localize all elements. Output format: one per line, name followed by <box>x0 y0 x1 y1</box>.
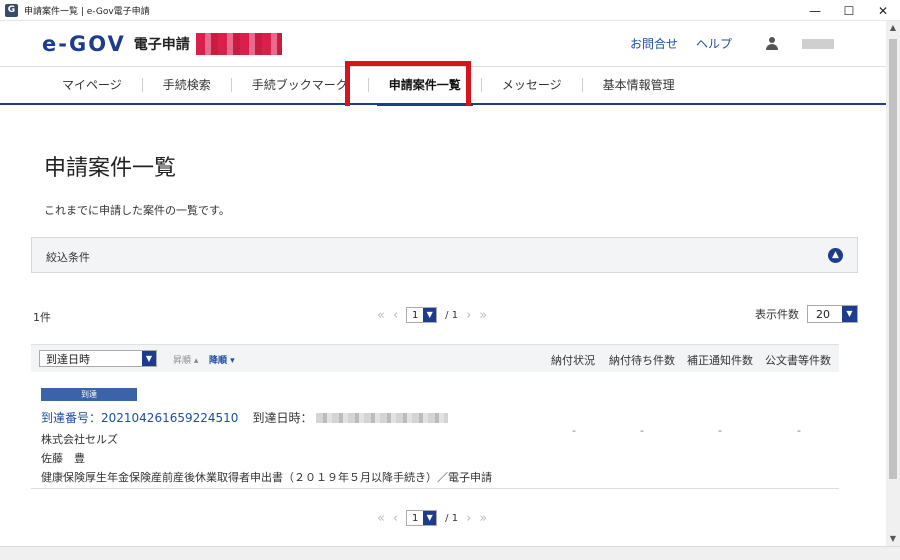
official-documents-cell: - <box>797 424 801 437</box>
page-select-value: 1 <box>411 309 419 321</box>
last-page-icon[interactable]: » <box>479 511 487 526</box>
chevron-down-icon: ▼ <box>142 351 156 366</box>
pager-bottom: « ‹ 1 ▼ / 1 › » <box>377 510 487 526</box>
logo-mark: e-GOV <box>42 32 126 56</box>
window-bottom-edge <box>0 546 900 560</box>
per-page-label: 表示件数 <box>755 308 799 321</box>
chevron-up-icon[interactable]: ▲ <box>828 248 843 263</box>
redacted-arrival-date <box>316 412 449 423</box>
main-content: 申請案件一覧 これまでに申請した案件の一覧です。 絞込条件 ▲ 1件 « ‹ 1… <box>0 106 886 546</box>
window-title: 申請案件一覧 | e-Gov電子申請 <box>24 6 150 17</box>
page-select-value: 1 <box>411 512 419 524</box>
redacted-logo-text <box>195 33 282 55</box>
scroll-up-icon[interactable]: ▲ <box>886 21 900 35</box>
correction-notices-cell: - <box>718 424 722 437</box>
page-description: これまでに申請した案件の一覧です。 <box>44 204 230 217</box>
sort-ascending-link[interactable]: 昇順 ▴ <box>173 353 198 366</box>
egov-logo[interactable]: e-GOV 電子申請 <box>42 32 282 56</box>
scrollbar-thumb[interactable] <box>889 39 897 479</box>
page-select[interactable]: 1 ▼ <box>406 510 438 526</box>
chevron-down-icon: ▼ <box>423 308 437 322</box>
minimize-button[interactable]: — <box>798 0 832 21</box>
nav-procedure-search[interactable]: 手続検索 <box>141 78 231 92</box>
status-badge: 到達 <box>41 388 137 401</box>
column-payment-pending: 納付待ち件数 <box>609 354 675 367</box>
table-header: 到達日時 ▼ 昇順 ▴ 降順 ▾ 納付状況 納付待ち件数 補正通知件数 公文書等… <box>31 344 839 372</box>
last-page-icon[interactable]: » <box>479 308 487 323</box>
app-icon: G <box>5 3 18 17</box>
page-select[interactable]: 1 ▼ <box>406 307 438 323</box>
contact-link[interactable]: お問合せ <box>630 35 678 52</box>
vertical-scrollbar[interactable]: ▲ ▼ <box>886 21 900 546</box>
user-icon[interactable] <box>764 36 780 52</box>
next-page-icon[interactable]: › <box>466 308 471 323</box>
maximize-button[interactable]: ☐ <box>832 0 866 21</box>
prev-page-icon[interactable]: ‹ <box>393 511 398 526</box>
prev-page-icon[interactable]: ‹ <box>393 308 398 323</box>
per-page-control: 表示件数 20 ▼ <box>755 305 858 323</box>
sort-descending-link[interactable]: 降順 ▾ <box>209 353 235 366</box>
nav-basic-info[interactable]: 基本情報管理 <box>581 78 695 92</box>
page-title: 申請案件一覧 <box>44 156 177 181</box>
column-correction-notices: 補正通知件数 <box>687 354 753 367</box>
result-count: 1件 <box>33 311 51 324</box>
chevron-down-icon: ▼ <box>423 511 437 525</box>
applicant-name: 佐藤 豊 <box>41 452 85 465</box>
close-button[interactable]: ✕ <box>866 0 900 21</box>
company-name: 株式会社セルズ <box>41 433 118 446</box>
window-controls: — ☐ ✕ <box>798 0 900 21</box>
filter-panel[interactable]: 絞込条件 ▲ <box>31 237 858 273</box>
next-page-icon[interactable]: › <box>466 511 471 526</box>
arrival-date-label: 到達日時： <box>252 411 313 425</box>
procedure-name: 健康保険厚生年金保険産前産後休業取得者申出書（２０１９年５月以降手続き）／電子申… <box>41 471 492 484</box>
header-links: お問合せ ヘルプ <box>630 35 834 52</box>
help-link[interactable]: ヘルプ <box>696 35 732 52</box>
arrival-line: 到達番号：202104261659224510 到達日時： <box>41 409 449 426</box>
arrival-number-link[interactable]: 到達番号：202104261659224510 <box>41 409 238 426</box>
table-row: 到達 到達番号：202104261659224510 到達日時： 株式会社セルズ… <box>31 372 839 489</box>
first-page-icon[interactable]: « <box>377 308 385 323</box>
per-page-value: 20 <box>816 307 830 321</box>
per-page-select[interactable]: 20 ▼ <box>807 305 858 323</box>
redacted-user-name[interactable] <box>802 38 834 49</box>
scroll-down-icon[interactable]: ▼ <box>886 532 900 546</box>
nav-messages[interactable]: メッセージ <box>480 78 582 92</box>
payment-status-cell: - <box>572 424 576 437</box>
chevron-down-icon: ▼ <box>842 306 857 322</box>
filter-label: 絞込条件 <box>46 251 90 264</box>
column-payment-status: 納付状況 <box>551 354 595 367</box>
logo-subtitle: 電子申請 <box>133 37 190 53</box>
nav-mypage[interactable]: マイページ <box>42 78 142 92</box>
sort-select[interactable]: 到達日時 ▼ <box>39 350 157 367</box>
sort-select-value: 到達日時 <box>46 352 90 366</box>
payment-pending-cell: - <box>640 424 644 437</box>
column-official-documents: 公文書等件数 <box>765 354 831 367</box>
page-total: / 1 <box>445 309 459 321</box>
page-total: / 1 <box>445 512 459 524</box>
window-titlebar: G 申請案件一覧 | e-Gov電子申請 — ☐ ✕ <box>0 0 900 21</box>
first-page-icon[interactable]: « <box>377 511 385 526</box>
pager-top: « ‹ 1 ▼ / 1 › » <box>377 307 487 323</box>
